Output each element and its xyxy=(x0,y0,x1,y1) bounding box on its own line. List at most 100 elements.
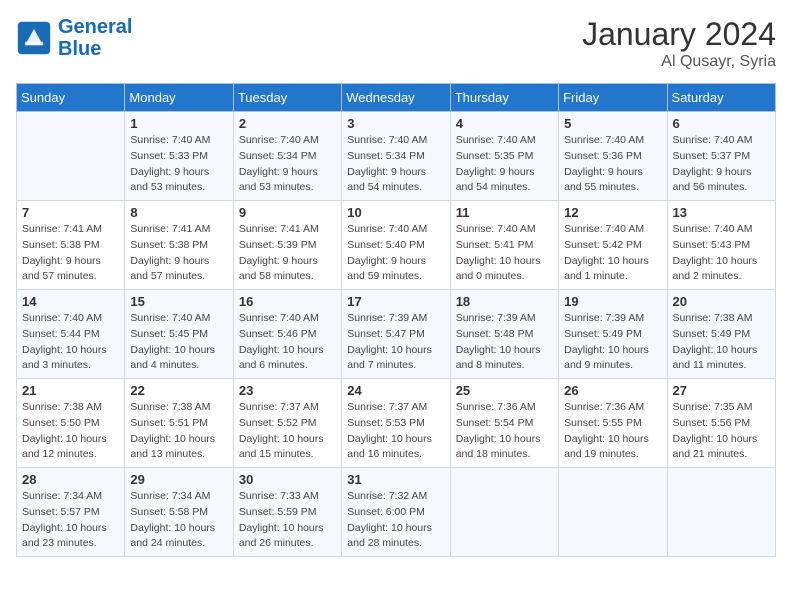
calendar-subtitle: Al Qusayr, Syria xyxy=(582,53,776,71)
header-row: Sunday Monday Tuesday Wednesday Thursday… xyxy=(17,84,776,112)
day-number: 6 xyxy=(673,116,770,131)
table-row: 3Sunrise: 7:40 AMSunset: 5:34 PMDaylight… xyxy=(342,112,450,201)
table-row: 28 Sunrise: 7:34 AMSunset: 5:57 PMDayligh… xyxy=(17,468,125,557)
day-detail: Sunrise: 7:40 AMSunset: 5:41 PMDaylight:… xyxy=(456,223,541,282)
calendar-title: January 2024 xyxy=(582,16,776,53)
table-row: 13 Sunrise: 7:40 AMSunset: 5:43 PMDayligh… xyxy=(667,201,775,290)
table-row: 19Sunrise: 7:39 AMSunset: 5:49 PMDayligh… xyxy=(559,290,667,379)
day-number: 12 xyxy=(564,205,661,220)
day-detail: Sunrise: 7:35 AMSunset: 5:56 PMDaylight:… xyxy=(673,401,758,460)
col-saturday: Saturday xyxy=(667,84,775,112)
day-detail: Sunrise: 7:39 AMSunset: 5:48 PMDaylight:… xyxy=(456,312,541,371)
day-detail: Sunrise: 7:37 AMSunset: 5:53 PMDaylight:… xyxy=(347,401,432,460)
day-number: 13 xyxy=(673,205,770,220)
day-number: 25 xyxy=(456,383,553,398)
calendar-week-1: 1 Sunrise: 7:40 AMSunset: 5:33 PMDaylight… xyxy=(17,112,776,201)
table-row: 29Sunrise: 7:34 AMSunset: 5:58 PMDayligh… xyxy=(125,468,233,557)
table-row xyxy=(667,468,775,557)
table-row: 20 Sunrise: 7:38 AMSunset: 5:49 PMDayligh… xyxy=(667,290,775,379)
table-row: 22Sunrise: 7:38 AMSunset: 5:51 PMDayligh… xyxy=(125,379,233,468)
col-friday: Friday xyxy=(559,84,667,112)
table-row: 10 Sunrise: 7:40 AMSunset: 5:40 PMDayligh… xyxy=(342,201,450,290)
day-detail: Sunrise: 7:34 AMSunset: 5:58 PMDaylight:… xyxy=(130,490,215,549)
day-detail: Sunrise: 7:41 AMSunset: 5:38 PMDaylight:… xyxy=(22,223,102,282)
table-row: 17 Sunrise: 7:39 AMSunset: 5:47 PMDayligh… xyxy=(342,290,450,379)
table-row: 7 Sunrise: 7:41 AMSunset: 5:38 PMDaylight… xyxy=(17,201,125,290)
day-number: 16 xyxy=(239,294,336,309)
day-number: 27 xyxy=(673,383,770,398)
table-row: 5 Sunrise: 7:40 AMSunset: 5:36 PMDaylight… xyxy=(559,112,667,201)
day-number: 1 xyxy=(130,116,227,131)
table-row: 15Sunrise: 7:40 AMSunset: 5:45 PMDayligh… xyxy=(125,290,233,379)
day-number: 28 xyxy=(22,472,119,487)
day-detail: Sunrise: 7:40 AMSunset: 5:43 PMDaylight:… xyxy=(673,223,758,282)
table-row: 12 Sunrise: 7:40 AMSunset: 5:42 PMDayligh… xyxy=(559,201,667,290)
calendar-week-4: 21Sunrise: 7:38 AMSunset: 5:50 PMDayligh… xyxy=(17,379,776,468)
day-number: 4 xyxy=(456,116,553,131)
table-row xyxy=(450,468,558,557)
col-tuesday: Tuesday xyxy=(233,84,341,112)
day-number: 7 xyxy=(22,205,119,220)
col-monday: Monday xyxy=(125,84,233,112)
table-row: 16 Sunrise: 7:40 AMSunset: 5:46 PMDayligh… xyxy=(233,290,341,379)
day-detail: Sunrise: 7:40 AMSunset: 5:37 PMDaylight:… xyxy=(673,134,753,193)
day-detail: Sunrise: 7:40 AMSunset: 5:44 PMDaylight:… xyxy=(22,312,107,371)
logo-text: General Blue xyxy=(58,16,132,60)
day-number: 9 xyxy=(239,205,336,220)
table-row xyxy=(559,468,667,557)
day-number: 2 xyxy=(239,116,336,131)
day-detail: Sunrise: 7:40 AMSunset: 5:34 PMDaylight:… xyxy=(347,134,427,193)
table-row: 9 Sunrise: 7:41 AMSunset: 5:39 PMDaylight… xyxy=(233,201,341,290)
day-detail: Sunrise: 7:40 AMSunset: 5:45 PMDaylight:… xyxy=(130,312,215,371)
day-number: 10 xyxy=(347,205,444,220)
day-number: 23 xyxy=(239,383,336,398)
table-row: 30 Sunrise: 7:33 AMSunset: 5:59 PMDayligh… xyxy=(233,468,341,557)
table-row: 27 Sunrise: 7:35 AMSunset: 5:56 PMDayligh… xyxy=(667,379,775,468)
table-row: 1 Sunrise: 7:40 AMSunset: 5:33 PMDaylight… xyxy=(125,112,233,201)
day-detail: Sunrise: 7:41 AMSunset: 5:39 PMDaylight:… xyxy=(239,223,319,282)
day-detail: Sunrise: 7:40 AMSunset: 5:46 PMDaylight:… xyxy=(239,312,324,371)
col-wednesday: Wednesday xyxy=(342,84,450,112)
table-row: 21Sunrise: 7:38 AMSunset: 5:50 PMDayligh… xyxy=(17,379,125,468)
day-detail: Sunrise: 7:40 AMSunset: 5:42 PMDaylight:… xyxy=(564,223,649,282)
day-detail: Sunrise: 7:36 AMSunset: 5:54 PMDaylight:… xyxy=(456,401,541,460)
table-row: 24 Sunrise: 7:37 AMSunset: 5:53 PMDayligh… xyxy=(342,379,450,468)
day-detail: Sunrise: 7:32 AMSunset: 6:00 PMDaylight:… xyxy=(347,490,432,549)
table-row: 2Sunrise: 7:40 AMSunset: 5:34 PMDaylight… xyxy=(233,112,341,201)
day-number: 22 xyxy=(130,383,227,398)
day-detail: Sunrise: 7:33 AMSunset: 5:59 PMDaylight:… xyxy=(239,490,324,549)
title-block: January 2024 Al Qusayr, Syria xyxy=(582,16,776,71)
day-detail: Sunrise: 7:34 AMSunset: 5:57 PMDaylight:… xyxy=(22,490,107,549)
table-row: 6 Sunrise: 7:40 AMSunset: 5:37 PMDaylight… xyxy=(667,112,775,201)
col-thursday: Thursday xyxy=(450,84,558,112)
table-row xyxy=(17,112,125,201)
day-number: 21 xyxy=(22,383,119,398)
page-header: General Blue January 2024 Al Qusayr, Syr… xyxy=(16,16,776,71)
day-number: 20 xyxy=(673,294,770,309)
logo-icon xyxy=(16,20,52,56)
day-detail: Sunrise: 7:39 AMSunset: 5:47 PMDaylight:… xyxy=(347,312,432,371)
day-number: 17 xyxy=(347,294,444,309)
day-number: 14 xyxy=(22,294,119,309)
day-detail: Sunrise: 7:40 AMSunset: 5:33 PMDaylight:… xyxy=(130,134,210,193)
calendar-body: 1 Sunrise: 7:40 AMSunset: 5:33 PMDaylight… xyxy=(17,112,776,557)
day-number: 30 xyxy=(239,472,336,487)
day-detail: Sunrise: 7:41 AMSunset: 5:38 PMDaylight:… xyxy=(130,223,210,282)
day-detail: Sunrise: 7:36 AMSunset: 5:55 PMDaylight:… xyxy=(564,401,649,460)
day-detail: Sunrise: 7:40 AMSunset: 5:35 PMDaylight:… xyxy=(456,134,536,193)
day-number: 18 xyxy=(456,294,553,309)
calendar-week-5: 28 Sunrise: 7:34 AMSunset: 5:57 PMDayligh… xyxy=(17,468,776,557)
day-detail: Sunrise: 7:40 AMSunset: 5:36 PMDaylight:… xyxy=(564,134,644,193)
table-row: 23Sunrise: 7:37 AMSunset: 5:52 PMDayligh… xyxy=(233,379,341,468)
day-detail: Sunrise: 7:38 AMSunset: 5:49 PMDaylight:… xyxy=(673,312,758,371)
day-number: 26 xyxy=(564,383,661,398)
table-row: 25 Sunrise: 7:36 AMSunset: 5:54 PMDayligh… xyxy=(450,379,558,468)
day-number: 24 xyxy=(347,383,444,398)
day-number: 11 xyxy=(456,205,553,220)
logo: General Blue xyxy=(16,16,132,60)
day-detail: Sunrise: 7:40 AMSunset: 5:40 PMDaylight:… xyxy=(347,223,427,282)
day-detail: Sunrise: 7:39 AMSunset: 5:49 PMDaylight:… xyxy=(564,312,649,371)
table-row: 4 Sunrise: 7:40 AMSunset: 5:35 PMDaylight… xyxy=(450,112,558,201)
logo-general: General xyxy=(58,16,132,38)
day-number: 5 xyxy=(564,116,661,131)
